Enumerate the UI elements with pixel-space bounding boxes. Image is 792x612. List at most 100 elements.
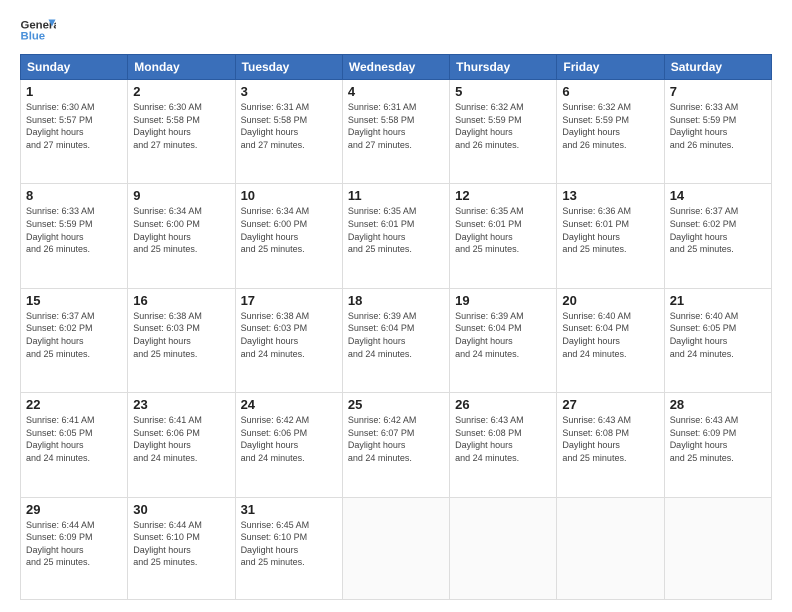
day-info: Sunrise: 6:30 AM Sunset: 5:58 PM Dayligh… — [133, 101, 229, 151]
day-info: Sunrise: 6:38 AM Sunset: 6:03 PM Dayligh… — [241, 310, 337, 360]
calendar-cell: 12 Sunrise: 6:35 AM Sunset: 6:01 PM Dayl… — [450, 184, 557, 288]
day-number: 28 — [670, 397, 766, 412]
day-number: 30 — [133, 502, 229, 517]
day-info: Sunrise: 6:32 AM Sunset: 5:59 PM Dayligh… — [455, 101, 551, 151]
day-number: 15 — [26, 293, 122, 308]
calendar-cell — [557, 497, 664, 599]
day-info: Sunrise: 6:42 AM Sunset: 6:07 PM Dayligh… — [348, 414, 444, 464]
week-row-1: 1 Sunrise: 6:30 AM Sunset: 5:57 PM Dayli… — [21, 80, 772, 184]
day-number: 1 — [26, 84, 122, 99]
calendar-cell: 28 Sunrise: 6:43 AM Sunset: 6:09 PM Dayl… — [664, 393, 771, 497]
calendar-cell: 6 Sunrise: 6:32 AM Sunset: 5:59 PM Dayli… — [557, 80, 664, 184]
day-number: 4 — [348, 84, 444, 99]
calendar-cell: 19 Sunrise: 6:39 AM Sunset: 6:04 PM Dayl… — [450, 288, 557, 392]
logo: General Blue — [20, 16, 56, 44]
day-number: 10 — [241, 188, 337, 203]
calendar-cell: 30 Sunrise: 6:44 AM Sunset: 6:10 PM Dayl… — [128, 497, 235, 599]
calendar-cell: 11 Sunrise: 6:35 AM Sunset: 6:01 PM Dayl… — [342, 184, 449, 288]
week-row-3: 15 Sunrise: 6:37 AM Sunset: 6:02 PM Dayl… — [21, 288, 772, 392]
day-number: 24 — [241, 397, 337, 412]
day-info: Sunrise: 6:40 AM Sunset: 6:04 PM Dayligh… — [562, 310, 658, 360]
weekday-monday: Monday — [128, 55, 235, 80]
calendar-cell: 5 Sunrise: 6:32 AM Sunset: 5:59 PM Dayli… — [450, 80, 557, 184]
calendar-cell: 14 Sunrise: 6:37 AM Sunset: 6:02 PM Dayl… — [664, 184, 771, 288]
day-number: 27 — [562, 397, 658, 412]
calendar-cell: 7 Sunrise: 6:33 AM Sunset: 5:59 PM Dayli… — [664, 80, 771, 184]
calendar-cell: 1 Sunrise: 6:30 AM Sunset: 5:57 PM Dayli… — [21, 80, 128, 184]
day-info: Sunrise: 6:39 AM Sunset: 6:04 PM Dayligh… — [348, 310, 444, 360]
day-info: Sunrise: 6:43 AM Sunset: 6:08 PM Dayligh… — [562, 414, 658, 464]
day-info: Sunrise: 6:43 AM Sunset: 6:08 PM Dayligh… — [455, 414, 551, 464]
day-number: 20 — [562, 293, 658, 308]
weekday-tuesday: Tuesday — [235, 55, 342, 80]
day-info: Sunrise: 6:44 AM Sunset: 6:09 PM Dayligh… — [26, 519, 122, 569]
day-info: Sunrise: 6:42 AM Sunset: 6:06 PM Dayligh… — [241, 414, 337, 464]
calendar-cell: 21 Sunrise: 6:40 AM Sunset: 6:05 PM Dayl… — [664, 288, 771, 392]
calendar-cell — [664, 497, 771, 599]
day-info: Sunrise: 6:38 AM Sunset: 6:03 PM Dayligh… — [133, 310, 229, 360]
day-info: Sunrise: 6:32 AM Sunset: 5:59 PM Dayligh… — [562, 101, 658, 151]
calendar-cell: 3 Sunrise: 6:31 AM Sunset: 5:58 PM Dayli… — [235, 80, 342, 184]
calendar-table: SundayMondayTuesdayWednesdayThursdayFrid… — [20, 54, 772, 600]
calendar-cell: 29 Sunrise: 6:44 AM Sunset: 6:09 PM Dayl… — [21, 497, 128, 599]
day-info: Sunrise: 6:35 AM Sunset: 6:01 PM Dayligh… — [455, 205, 551, 255]
calendar-cell: 31 Sunrise: 6:45 AM Sunset: 6:10 PM Dayl… — [235, 497, 342, 599]
day-info: Sunrise: 6:31 AM Sunset: 5:58 PM Dayligh… — [241, 101, 337, 151]
weekday-header-row: SundayMondayTuesdayWednesdayThursdayFrid… — [21, 55, 772, 80]
svg-text:Blue: Blue — [21, 31, 46, 43]
calendar-cell: 22 Sunrise: 6:41 AM Sunset: 6:05 PM Dayl… — [21, 393, 128, 497]
week-row-5: 29 Sunrise: 6:44 AM Sunset: 6:09 PM Dayl… — [21, 497, 772, 599]
day-number: 31 — [241, 502, 337, 517]
calendar-cell: 26 Sunrise: 6:43 AM Sunset: 6:08 PM Dayl… — [450, 393, 557, 497]
week-row-2: 8 Sunrise: 6:33 AM Sunset: 5:59 PM Dayli… — [21, 184, 772, 288]
calendar-cell: 16 Sunrise: 6:38 AM Sunset: 6:03 PM Dayl… — [128, 288, 235, 392]
day-number: 9 — [133, 188, 229, 203]
logo-icon: General Blue — [20, 16, 56, 44]
day-number: 3 — [241, 84, 337, 99]
calendar-cell: 20 Sunrise: 6:40 AM Sunset: 6:04 PM Dayl… — [557, 288, 664, 392]
weekday-saturday: Saturday — [664, 55, 771, 80]
calendar-cell: 27 Sunrise: 6:43 AM Sunset: 6:08 PM Dayl… — [557, 393, 664, 497]
day-info: Sunrise: 6:37 AM Sunset: 6:02 PM Dayligh… — [670, 205, 766, 255]
calendar-cell: 13 Sunrise: 6:36 AM Sunset: 6:01 PM Dayl… — [557, 184, 664, 288]
weekday-friday: Friday — [557, 55, 664, 80]
day-info: Sunrise: 6:45 AM Sunset: 6:10 PM Dayligh… — [241, 519, 337, 569]
day-info: Sunrise: 6:34 AM Sunset: 6:00 PM Dayligh… — [133, 205, 229, 255]
day-number: 18 — [348, 293, 444, 308]
calendar-cell: 25 Sunrise: 6:42 AM Sunset: 6:07 PM Dayl… — [342, 393, 449, 497]
calendar-cell: 4 Sunrise: 6:31 AM Sunset: 5:58 PM Dayli… — [342, 80, 449, 184]
day-number: 13 — [562, 188, 658, 203]
day-info: Sunrise: 6:43 AM Sunset: 6:09 PM Dayligh… — [670, 414, 766, 464]
day-number: 16 — [133, 293, 229, 308]
day-number: 6 — [562, 84, 658, 99]
weekday-thursday: Thursday — [450, 55, 557, 80]
day-info: Sunrise: 6:36 AM Sunset: 6:01 PM Dayligh… — [562, 205, 658, 255]
calendar-cell: 15 Sunrise: 6:37 AM Sunset: 6:02 PM Dayl… — [21, 288, 128, 392]
day-number: 11 — [348, 188, 444, 203]
day-info: Sunrise: 6:37 AM Sunset: 6:02 PM Dayligh… — [26, 310, 122, 360]
day-number: 22 — [26, 397, 122, 412]
day-number: 12 — [455, 188, 551, 203]
calendar-cell: 24 Sunrise: 6:42 AM Sunset: 6:06 PM Dayl… — [235, 393, 342, 497]
calendar-cell: 9 Sunrise: 6:34 AM Sunset: 6:00 PM Dayli… — [128, 184, 235, 288]
day-info: Sunrise: 6:40 AM Sunset: 6:05 PM Dayligh… — [670, 310, 766, 360]
day-info: Sunrise: 6:30 AM Sunset: 5:57 PM Dayligh… — [26, 101, 122, 151]
day-number: 2 — [133, 84, 229, 99]
weekday-sunday: Sunday — [21, 55, 128, 80]
day-number: 25 — [348, 397, 444, 412]
calendar-cell: 23 Sunrise: 6:41 AM Sunset: 6:06 PM Dayl… — [128, 393, 235, 497]
day-info: Sunrise: 6:31 AM Sunset: 5:58 PM Dayligh… — [348, 101, 444, 151]
day-info: Sunrise: 6:44 AM Sunset: 6:10 PM Dayligh… — [133, 519, 229, 569]
day-number: 21 — [670, 293, 766, 308]
day-number: 14 — [670, 188, 766, 203]
day-info: Sunrise: 6:41 AM Sunset: 6:06 PM Dayligh… — [133, 414, 229, 464]
day-info: Sunrise: 6:35 AM Sunset: 6:01 PM Dayligh… — [348, 205, 444, 255]
header: General Blue — [20, 16, 772, 44]
day-number: 7 — [670, 84, 766, 99]
day-number: 5 — [455, 84, 551, 99]
calendar-cell — [342, 497, 449, 599]
day-number: 17 — [241, 293, 337, 308]
calendar-cell: 10 Sunrise: 6:34 AM Sunset: 6:00 PM Dayl… — [235, 184, 342, 288]
day-info: Sunrise: 6:34 AM Sunset: 6:00 PM Dayligh… — [241, 205, 337, 255]
weekday-wednesday: Wednesday — [342, 55, 449, 80]
